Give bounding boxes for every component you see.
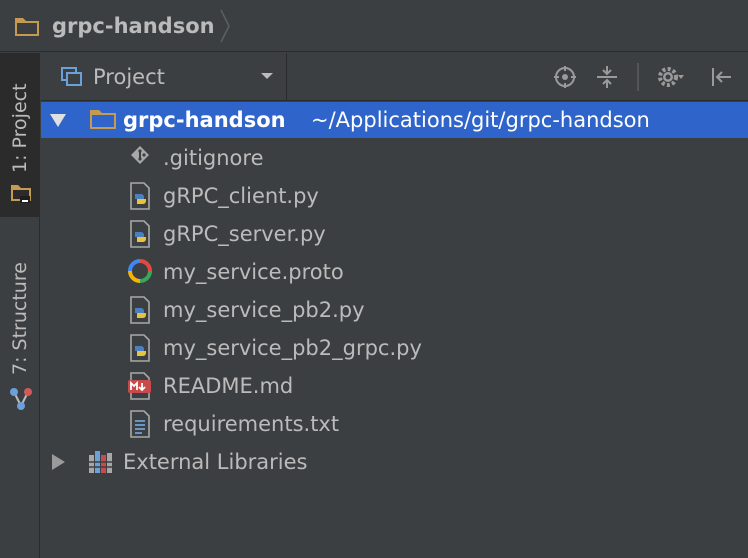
collapsed-arrow-icon bbox=[52, 454, 65, 470]
collapse-icon bbox=[597, 66, 617, 88]
text-file-icon bbox=[130, 410, 150, 438]
settings-button[interactable] bbox=[651, 63, 691, 91]
tab-project[interactable]: 1: Project bbox=[0, 53, 40, 217]
python-file-icon bbox=[130, 334, 150, 362]
project-tree[interactable]: grpc-handson ~/Applications/git/grpc-han… bbox=[41, 101, 748, 558]
navigation-bar: grpc-handson bbox=[0, 0, 748, 52]
tree-row-root[interactable]: grpc-handson ~/Applications/git/grpc-han… bbox=[41, 102, 748, 138]
markdown-file-icon bbox=[128, 372, 151, 400]
tree-row-file[interactable]: requirements.txt bbox=[41, 405, 748, 443]
gear-icon bbox=[658, 67, 684, 87]
tree-row-external-libraries[interactable]: External Libraries bbox=[41, 443, 748, 481]
file-name: my_service_pb2_grpc.py bbox=[163, 336, 422, 360]
tree-row-file[interactable]: my_service_pb2.py bbox=[41, 291, 748, 329]
git-icon bbox=[131, 146, 149, 164]
view-selector-label: Project bbox=[93, 65, 165, 89]
external-libraries-label: External Libraries bbox=[123, 450, 308, 474]
file-name: requirements.txt bbox=[163, 412, 340, 436]
tab-structure[interactable]: 7: Structure bbox=[0, 239, 40, 459]
breadcrumb-label: grpc-handson bbox=[52, 14, 215, 38]
python-file-icon bbox=[130, 220, 150, 248]
tree-row-file[interactable]: .gitignore bbox=[41, 139, 748, 177]
target-icon bbox=[554, 66, 576, 88]
project-panel-header: Project bbox=[41, 53, 748, 101]
tree-row-file[interactable]: my_service_pb2_grpc.py bbox=[41, 329, 748, 367]
file-name: gRPC_client.py bbox=[163, 184, 319, 208]
project-folder-icon bbox=[11, 185, 31, 203]
folder-icon bbox=[90, 110, 116, 129]
tab-structure-label: 7: Structure bbox=[9, 262, 31, 375]
view-selector-dropdown[interactable]: Project bbox=[41, 53, 287, 101]
file-name: README.md bbox=[163, 374, 294, 398]
tree-row-file[interactable]: my_service.proto bbox=[41, 253, 748, 291]
scroll-from-source-button[interactable] bbox=[551, 63, 579, 91]
root-folder-name: grpc-handson bbox=[123, 108, 286, 132]
collapse-all-button[interactable] bbox=[593, 63, 621, 91]
header-divider bbox=[637, 63, 639, 91]
project-view-icon bbox=[61, 67, 82, 86]
expand-arrow-icon bbox=[50, 114, 66, 127]
tool-window-strip: 1: Project 7: Structure bbox=[0, 53, 40, 558]
ide-window: grpc-handson 1: Project 7: Structure Pro… bbox=[0, 0, 748, 558]
breadcrumb-item[interactable]: grpc-handson bbox=[14, 8, 215, 44]
breadcrumb-separator-icon bbox=[220, 9, 230, 43]
file-name: my_service.proto bbox=[163, 260, 344, 284]
file-name: my_service_pb2.py bbox=[163, 298, 365, 322]
folder-icon bbox=[15, 18, 39, 36]
hide-panel-button[interactable] bbox=[707, 63, 735, 91]
proto-file-icon bbox=[128, 259, 152, 283]
tree-row-file[interactable]: gRPC_client.py bbox=[41, 177, 748, 215]
file-name: .gitignore bbox=[163, 146, 264, 170]
tab-project-label: 1: Project bbox=[9, 83, 31, 173]
file-name: gRPC_server.py bbox=[163, 222, 326, 246]
tree-row-file[interactable]: gRPC_server.py bbox=[41, 215, 748, 253]
structure-icon bbox=[10, 388, 32, 410]
python-file-icon bbox=[130, 182, 150, 210]
root-folder-path: ~/Applications/git/grpc-handson bbox=[311, 108, 650, 132]
tree-row-file[interactable]: README.md bbox=[41, 367, 748, 405]
python-file-icon bbox=[130, 296, 150, 324]
library-icon bbox=[89, 451, 112, 473]
chevron-down-icon bbox=[261, 73, 273, 79]
hide-panel-icon bbox=[712, 68, 731, 86]
